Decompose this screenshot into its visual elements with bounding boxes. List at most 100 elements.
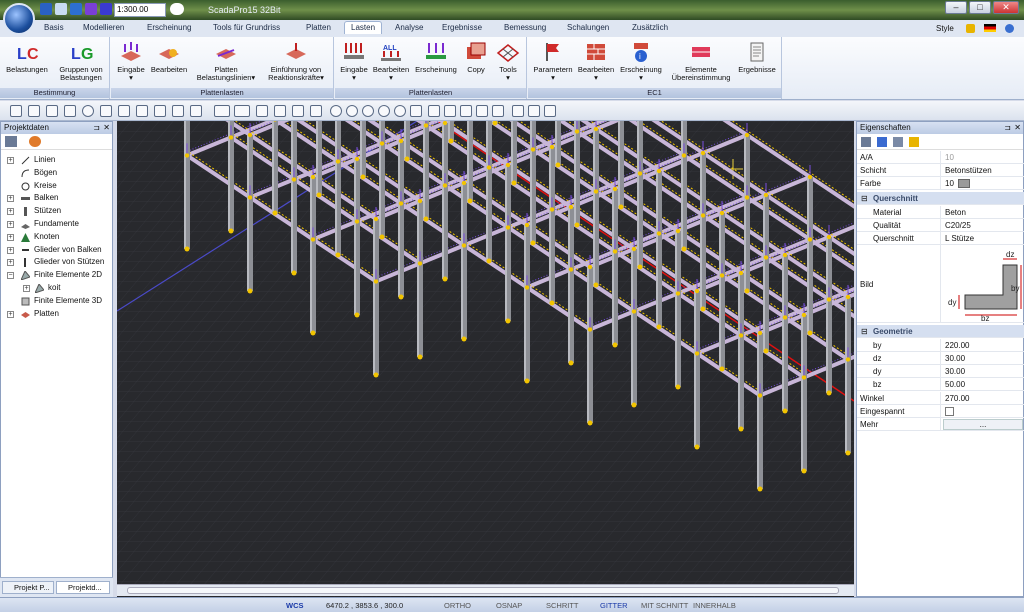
view-iso-icon[interactable] bbox=[476, 105, 488, 117]
copy-button[interactable]: Copy bbox=[461, 41, 491, 74]
snap-tool-icon[interactable] bbox=[46, 105, 58, 117]
zoom-extents-icon[interactable] bbox=[346, 105, 358, 117]
tree-item-stutzen[interactable]: + Stützen bbox=[1, 205, 112, 218]
tree-item-balken[interactable]: + Balken bbox=[1, 192, 112, 205]
measure-tool-icon[interactable] bbox=[292, 105, 304, 117]
tree-options-icon[interactable] bbox=[5, 136, 17, 147]
elemente-ubereinstimmung-button[interactable]: Elemente Übereinstimmung bbox=[666, 41, 736, 82]
tab-bemessung[interactable]: Bemessung bbox=[504, 23, 546, 32]
maximize-button[interactable]: □ bbox=[969, 1, 991, 14]
tree-item-kreise[interactable]: Kreise bbox=[1, 180, 112, 193]
tab-schalungen[interactable]: Schalungen bbox=[567, 23, 609, 32]
style-menu[interactable]: Style bbox=[936, 24, 954, 33]
3d-model-viewport[interactable] bbox=[117, 121, 854, 597]
tree-item-glieder-stutzen[interactable]: + Glieder von Stützen bbox=[1, 256, 112, 269]
view-side-icon[interactable] bbox=[460, 105, 472, 117]
delete-icon[interactable] bbox=[544, 105, 556, 117]
prop-row-winkel[interactable]: Winkel 270.00 bbox=[857, 392, 1024, 405]
eingabe-button[interactable]: Eingabe ▾ bbox=[113, 41, 149, 82]
prop-row-dy[interactable]: dy 30.00 bbox=[857, 365, 1024, 378]
lock-icon[interactable] bbox=[966, 24, 975, 33]
tab-projektdaten[interactable]: Projektd... bbox=[56, 581, 110, 594]
section-geometrie[interactable]: ⊟ Geometrie bbox=[857, 325, 1024, 338]
erscheinung2-button[interactable]: Erscheinung bbox=[413, 41, 459, 74]
tab-modellieren[interactable]: Modellieren bbox=[83, 23, 124, 32]
zoom-window-icon[interactable] bbox=[330, 105, 342, 117]
parametern-button[interactable]: Parametern ▾ bbox=[530, 41, 576, 82]
erscheinung3-button[interactable]: i Erscheinung ▾ bbox=[618, 41, 664, 82]
tab-ergebnisse[interactable]: Ergebnisse bbox=[442, 23, 482, 32]
close-button[interactable]: ✕ bbox=[993, 1, 1019, 14]
tab-erscheinung[interactable]: Erscheinung bbox=[147, 23, 191, 32]
gitter-toggle[interactable]: GITTER bbox=[600, 601, 628, 610]
schritt-toggle[interactable]: SCHRITT bbox=[546, 601, 579, 610]
gruppen-belastungen-button[interactable]: LG Gruppen von Belastungen bbox=[54, 41, 108, 82]
prop-row-querschnitt[interactable]: Querschnitt L Stütze bbox=[857, 232, 1024, 245]
help-icon[interactable] bbox=[1005, 24, 1014, 33]
ortho-toggle[interactable]: ORTHO bbox=[444, 601, 471, 610]
tree-item-knoten[interactable]: + Knoten bbox=[1, 231, 112, 244]
tab-platten[interactable]: Platten bbox=[306, 23, 331, 32]
tab-basis[interactable]: Basis bbox=[44, 23, 64, 32]
rel-coord-icon[interactable] bbox=[234, 105, 250, 117]
mit-schnitt-toggle[interactable]: MIT SCHNITT bbox=[641, 601, 688, 610]
point-tool-icon[interactable] bbox=[10, 105, 22, 117]
refresh-icon[interactable] bbox=[29, 136, 41, 147]
reaktionskrafte-button[interactable]: Einführung von Reaktionskräfte▾ bbox=[261, 41, 331, 82]
mehr-button[interactable]: ... bbox=[943, 419, 1023, 430]
property-pages-icon[interactable] bbox=[893, 137, 903, 147]
bearbeiten-button[interactable]: Bearbeiten bbox=[149, 41, 189, 74]
line-tool-icon[interactable] bbox=[28, 105, 40, 117]
minimize-button[interactable]: – bbox=[945, 1, 967, 14]
zoom-out-icon[interactable] bbox=[394, 105, 406, 117]
flag-de-icon[interactable] bbox=[984, 24, 996, 32]
eingabe2-button[interactable]: Eingabe ▾ bbox=[337, 41, 371, 82]
view-3d-icon[interactable] bbox=[492, 105, 504, 117]
prop-row-dz[interactable]: dz 30.00 bbox=[857, 352, 1024, 365]
prop-row-eingespannt[interactable]: Eingespannt bbox=[857, 405, 1024, 418]
cross-tool-icon[interactable] bbox=[172, 105, 184, 117]
open-file-icon[interactable] bbox=[55, 3, 67, 15]
categorized-icon[interactable] bbox=[861, 137, 871, 147]
view-top-icon[interactable] bbox=[428, 105, 440, 117]
pin-icon[interactable]: ⊐ bbox=[93, 122, 100, 134]
pick-tool-icon[interactable] bbox=[310, 105, 322, 117]
innerhalb-toggle[interactable]: INNERHALB bbox=[693, 601, 736, 610]
perpendicular-tool-icon[interactable] bbox=[64, 105, 76, 117]
zoom-in-icon[interactable] bbox=[378, 105, 390, 117]
close-panel-icon[interactable]: ✕ bbox=[103, 122, 110, 134]
tree-item-platten[interactable]: + Platten bbox=[1, 308, 112, 321]
tree-item-glieder-balken[interactable]: + Glieder von Balken bbox=[1, 244, 112, 257]
tools-button[interactable]: Tools ▾ bbox=[493, 41, 523, 82]
tree-item-fundamente[interactable]: + Fundamente bbox=[1, 218, 112, 231]
mirror-tool-icon[interactable] bbox=[118, 105, 130, 117]
zoom-previous-icon[interactable] bbox=[362, 105, 374, 117]
section-querschnitt[interactable]: ⊟ Querschnitt bbox=[857, 192, 1024, 205]
zoom-scale-select[interactable]: 1:300.00 bbox=[114, 3, 166, 17]
prop-row-material[interactable]: Material Beton bbox=[857, 206, 1024, 219]
undo-icon[interactable] bbox=[512, 105, 524, 117]
structural-model-canvas[interactable] bbox=[117, 121, 854, 597]
tab-analyse[interactable]: Analyse bbox=[395, 23, 423, 32]
prop-row-qualitat[interactable]: Qualität C20/25 bbox=[857, 219, 1024, 232]
color-swatch[interactable] bbox=[958, 179, 970, 188]
belastungen-button[interactable]: LC Belastungen bbox=[4, 41, 50, 74]
collapse-icon[interactable]: ⊟ bbox=[861, 192, 868, 205]
tree-item-bogen[interactable]: Bögen bbox=[1, 167, 112, 180]
abs-coord-icon[interactable] bbox=[214, 105, 230, 117]
new-file-icon[interactable] bbox=[40, 3, 52, 15]
prop-row-by[interactable]: by 220.00 bbox=[857, 339, 1024, 352]
tree-item-linien[interactable]: + Linien bbox=[1, 154, 112, 167]
polar-tool-icon[interactable] bbox=[256, 105, 268, 117]
pan-icon[interactable] bbox=[410, 105, 422, 117]
prop-row-schicht[interactable]: Schicht Betonstützen bbox=[857, 164, 1024, 177]
eingespannt-checkbox[interactable] bbox=[945, 407, 954, 416]
pin-icon[interactable]: ⊐ bbox=[1004, 122, 1011, 134]
prop-row-farbe[interactable]: Farbe 10 bbox=[857, 177, 1024, 190]
grid-tool-icon[interactable] bbox=[274, 105, 286, 117]
osnap-toggle[interactable]: OSNAP bbox=[496, 601, 522, 610]
rotate-tool-icon[interactable] bbox=[100, 105, 112, 117]
wcs-indicator[interactable]: WCS bbox=[286, 601, 304, 610]
bearbeiten2-button[interactable]: ALL Bearbeiten ▾ bbox=[371, 41, 411, 82]
scroll-thumb[interactable] bbox=[127, 587, 839, 594]
